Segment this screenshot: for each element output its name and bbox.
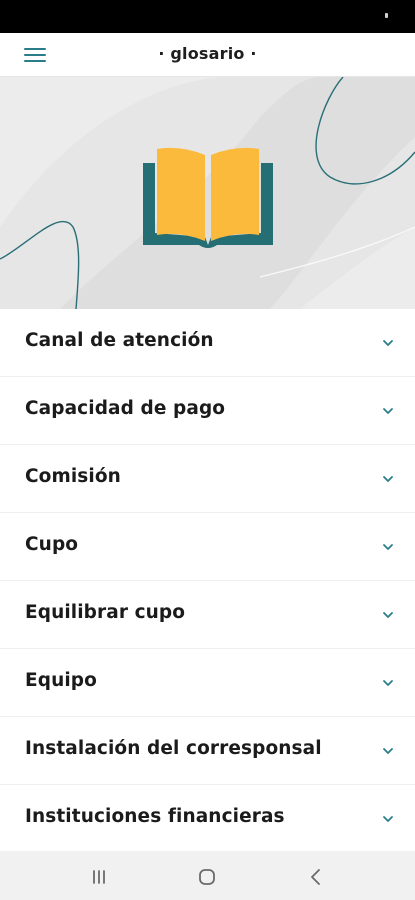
chevron-down-icon[interactable] [381, 540, 395, 554]
glossary-item[interactable]: Equipo [0, 649, 415, 717]
glossary-item-label: Cupo [25, 534, 79, 555]
app-header: · glosario · [0, 33, 415, 77]
chevron-down-icon[interactable] [381, 744, 395, 758]
chevron-down-icon[interactable] [381, 404, 395, 418]
hero-banner [0, 77, 415, 309]
glossary-item[interactable]: Instituciones financieras [0, 785, 415, 853]
glossary-item-label: Instituciones financieras [25, 806, 285, 827]
recent-apps-icon[interactable] [88, 866, 110, 888]
glossary-item[interactable]: Cupo [0, 513, 415, 581]
glossary-item[interactable]: Comisión [0, 445, 415, 513]
signal-icon [385, 13, 388, 18]
glossary-list: Canal de atención Capacidad de pago Comi… [0, 309, 415, 853]
glossary-item-label: Canal de atención [25, 330, 214, 351]
home-icon[interactable] [196, 866, 218, 888]
glossary-item-label: Equilibrar cupo [25, 602, 186, 623]
chevron-down-icon[interactable] [381, 336, 395, 350]
page-title: · glosario · [158, 44, 257, 63]
chevron-down-icon[interactable] [381, 608, 395, 622]
glossary-item[interactable]: Capacidad de pago [0, 377, 415, 445]
glossary-item[interactable]: Equilibrar cupo [0, 581, 415, 649]
system-navigation-bar [0, 851, 415, 900]
chevron-down-icon[interactable] [381, 472, 395, 486]
chevron-down-icon[interactable] [381, 812, 395, 826]
glossary-item[interactable]: Instalación del corresponsal [0, 717, 415, 785]
glossary-item-label: Comisión [25, 466, 121, 487]
status-bar [0, 0, 415, 33]
glossary-item-label: Equipo [25, 670, 97, 691]
glossary-item[interactable]: Canal de atención [0, 309, 415, 377]
back-icon[interactable] [305, 866, 327, 888]
glossary-item-label: Instalación del corresponsal [25, 738, 322, 759]
glossary-item-label: Capacidad de pago [25, 398, 226, 419]
chevron-down-icon[interactable] [381, 676, 395, 690]
open-book-icon [143, 147, 273, 248]
